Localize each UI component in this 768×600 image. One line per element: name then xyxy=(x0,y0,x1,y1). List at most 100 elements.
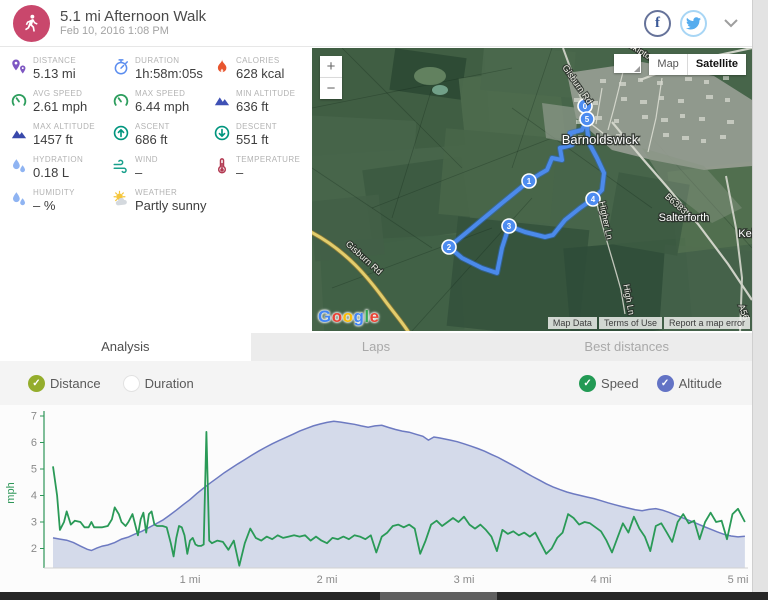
x-tick-label: 4 mi xyxy=(591,574,612,586)
satellite-view-button[interactable]: Satellite xyxy=(688,54,746,75)
stats-panel: DISTANCE5.13 miDURATION1h:58m:05sCALORIE… xyxy=(0,47,310,331)
stat-min-altitude: MIN ALTITUDE636 ft xyxy=(203,87,310,120)
stat-label: CALORIES xyxy=(236,56,284,66)
duration-unchecked-icon xyxy=(123,375,140,392)
stat-label: DESCENT xyxy=(236,122,277,132)
y-tick-label: 7 xyxy=(31,411,37,423)
stat-max-speed: MAX SPEED6.44 mph xyxy=(102,87,203,120)
header: 5.1 mi Afternoon Walk Feb 10, 2016 1:08 … xyxy=(0,0,752,47)
chevron-down-icon[interactable] xyxy=(724,19,738,28)
route-map[interactable]: 051234BarnoldswickSalterforthKelbrookGis… xyxy=(312,48,752,331)
gauge-icon xyxy=(112,91,130,109)
twitter-bird-icon xyxy=(686,17,701,30)
stat-value: 686 ft xyxy=(135,132,170,147)
stat-duration: DURATION1h:58m:05s xyxy=(102,54,203,87)
stat-label: ASCENT xyxy=(135,122,170,132)
stat-value: 0.18 L xyxy=(33,165,83,180)
svg-text:3: 3 xyxy=(507,222,512,231)
zoom-out-button[interactable]: − xyxy=(320,78,342,99)
wind-icon xyxy=(112,157,130,175)
workout-datetime: Feb 10, 2016 1:08 PM xyxy=(60,25,206,38)
stat-label: TEMPERATURE xyxy=(236,155,300,165)
stat-label: DISTANCE xyxy=(33,56,76,66)
arrow-up-circle-icon xyxy=(112,124,130,142)
stat-avg-speed: AVG SPEED2.61 mph xyxy=(0,87,102,120)
workout-title: 5.1 mi Afternoon Walk xyxy=(60,8,206,25)
stat-wind: WIND– xyxy=(102,153,203,186)
stat-label: AVG SPEED xyxy=(33,89,87,99)
stat-weather: WEATHERPartly sunny xyxy=(102,186,203,219)
stat-value: 5.13 mi xyxy=(33,66,76,81)
facebook-share-button[interactable]: f xyxy=(644,10,671,37)
x-axis-distance-radio[interactable]: ✓ Distance xyxy=(28,375,101,392)
map-view-button[interactable]: Map xyxy=(649,54,687,75)
mountains-icon xyxy=(10,124,28,142)
horizontal-scrollbar[interactable] xyxy=(0,592,768,600)
map-type-control: Map Satellite xyxy=(614,54,746,75)
zoom-in-button[interactable]: + xyxy=(320,56,342,78)
stat-value: 636 ft xyxy=(236,99,295,114)
stat-value: 6.44 mph xyxy=(135,99,189,114)
stat-label: HYDRATION xyxy=(33,155,83,165)
stat-humidity: HUMIDITY– % xyxy=(0,186,102,219)
x-tick-label: 5 mi xyxy=(728,574,749,586)
map-canvas: 051234BarnoldswickSalterforthKelbrookGis… xyxy=(312,48,752,331)
map-overview-toggle[interactable] xyxy=(614,54,641,73)
y-tick-label: 6 xyxy=(31,437,37,449)
mountains-icon xyxy=(213,91,231,109)
analysis-chart[interactable]: 2345671 mi2 mi3 mi4 mi5 mimph xyxy=(0,405,752,592)
x-tick-label: 1 mi xyxy=(180,574,201,586)
speed-check-icon: ✓ xyxy=(579,375,596,392)
route-marker-5[interactable]: 5 xyxy=(580,112,594,126)
chart-controls: ✓ Distance Duration ✓ Speed ✓ Altitude xyxy=(0,361,752,405)
svg-text:5: 5 xyxy=(585,115,590,124)
attribution-terms-of-use[interactable]: Terms of Use xyxy=(599,317,662,329)
scrollbar-thumb[interactable] xyxy=(380,592,497,600)
drops-icon xyxy=(10,157,28,175)
speed-toggle-label: Speed xyxy=(601,376,639,391)
altitude-series-toggle[interactable]: ✓ Altitude xyxy=(657,375,722,392)
route-marker-2[interactable]: 2 xyxy=(442,240,456,254)
y-tick-label: 4 xyxy=(31,490,37,502)
stat-value: 628 kcal xyxy=(236,66,284,81)
stat-value: Partly sunny xyxy=(135,198,203,213)
map-place-label: Kelbrook xyxy=(738,228,752,240)
share-buttons: f xyxy=(644,10,738,37)
stat-label: HUMIDITY xyxy=(33,188,75,198)
route-marker-3[interactable]: 3 xyxy=(502,219,516,233)
altitude-check-icon: ✓ xyxy=(657,375,674,392)
workout-card: 5.1 mi Afternoon Walk Feb 10, 2016 1:08 … xyxy=(0,0,753,592)
stat-max-altitude: MAX ALTITUDE1457 ft xyxy=(0,120,102,153)
attribution-report-a-map-error[interactable]: Report a map error xyxy=(664,317,750,329)
stat-label: WEATHER xyxy=(135,188,203,198)
map-attribution: Map DataTerms of UseReport a map error xyxy=(548,317,750,329)
distance-check-icon: ✓ xyxy=(28,375,45,392)
stat-value: 1457 ft xyxy=(33,132,95,147)
attribution-map-data[interactable]: Map Data xyxy=(548,317,597,329)
y-axis-title: mph xyxy=(5,482,17,503)
svg-text:1: 1 xyxy=(527,177,532,186)
altitude-area xyxy=(53,421,745,568)
twitter-share-button[interactable] xyxy=(680,10,707,37)
gauge-icon xyxy=(10,91,28,109)
duration-radio-label: Duration xyxy=(145,376,194,391)
x-tick-label: 3 mi xyxy=(454,574,475,586)
stat-label: MAX ALTITUDE xyxy=(33,122,95,132)
partly-sunny-icon xyxy=(112,190,130,208)
speed-series-toggle[interactable]: ✓ Speed xyxy=(579,375,639,392)
stat-value: 551 ft xyxy=(236,132,277,147)
drops-icon xyxy=(10,190,28,208)
route-marker-1[interactable]: 1 xyxy=(522,174,536,188)
stat-label: WIND xyxy=(135,155,158,165)
stat-calories: CALORIES628 kcal xyxy=(203,54,310,87)
distance-radio-label: Distance xyxy=(50,376,101,391)
tab-best-distances[interactable]: Best distances xyxy=(501,333,752,361)
map-place-label: Barnoldswick xyxy=(562,132,639,147)
google-logo[interactable]: Google xyxy=(318,307,380,327)
x-axis-duration-radio[interactable]: Duration xyxy=(123,375,194,392)
chart-canvas: 2345671 mi2 mi3 mi4 mi5 mimph xyxy=(0,405,752,592)
tab-laps[interactable]: Laps xyxy=(251,333,502,361)
flame-icon xyxy=(213,58,231,76)
stat-value: – % xyxy=(33,198,75,213)
tab-analysis[interactable]: Analysis xyxy=(0,333,251,361)
